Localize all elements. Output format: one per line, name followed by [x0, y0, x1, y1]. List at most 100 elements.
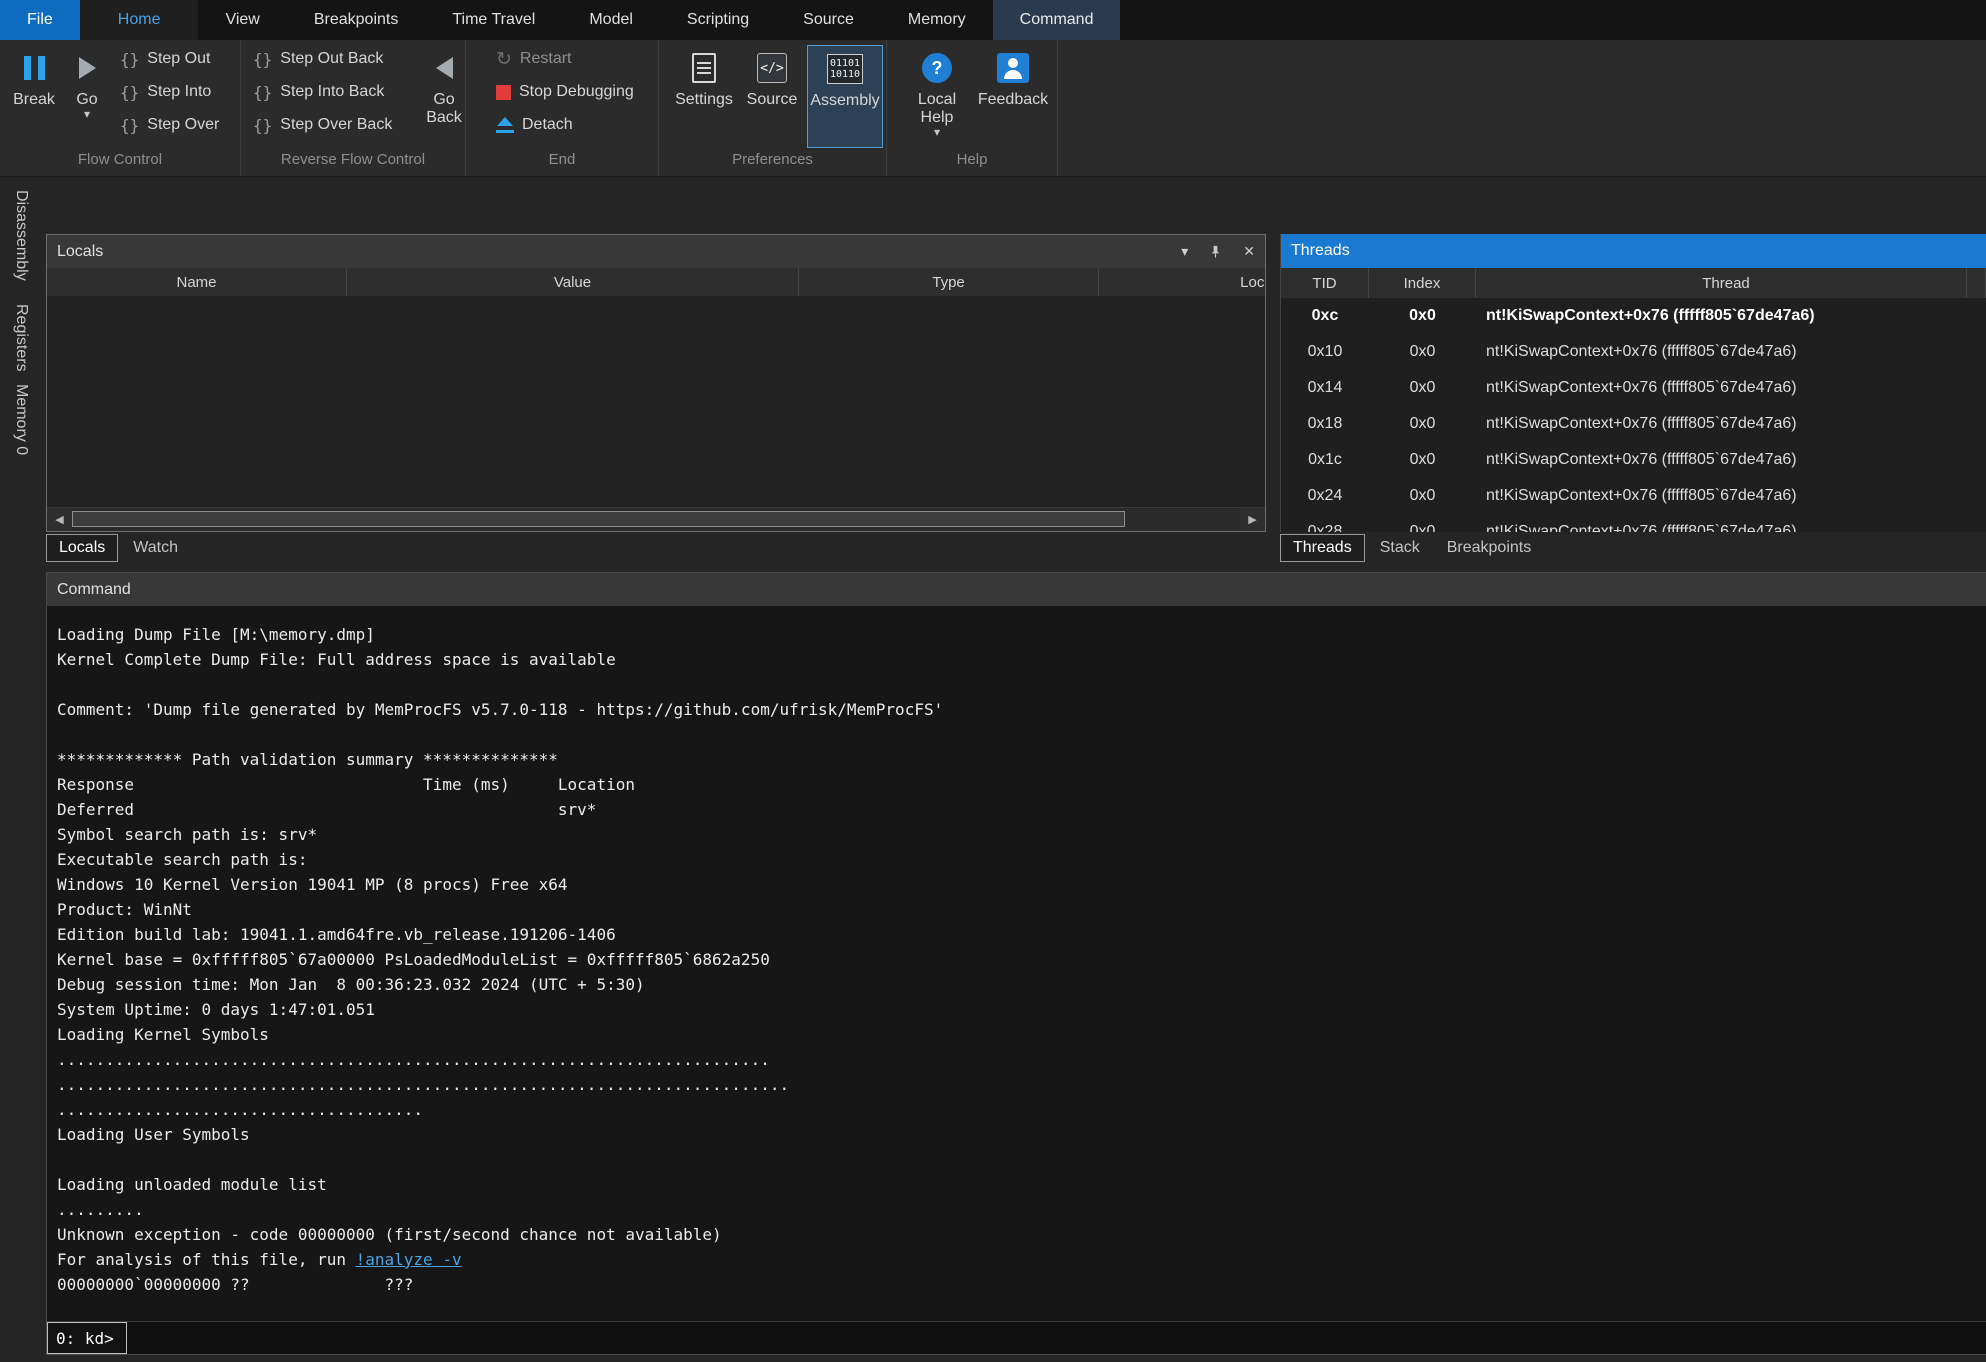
- tab-command[interactable]: Command: [993, 0, 1121, 40]
- source-label: Source: [747, 91, 798, 109]
- locals-panel-titlebar: Locals ▾ ✕: [47, 235, 1265, 268]
- table-row[interactable]: 0x1c 0x0 nt!KiSwapContext+0x76 (fffff805…: [1281, 442, 1986, 478]
- scrollbar-track[interactable]: [72, 508, 1240, 531]
- step-over-back-button[interactable]: {} Step Over Back: [249, 111, 396, 139]
- ribbon-group-reverse-flow-control: {} Step Out Back {} Step Into Back {} St…: [241, 40, 466, 176]
- locals-panel-title: Locals: [57, 243, 103, 261]
- console-line: Comment: 'Dump file generated by MemProc…: [57, 697, 1986, 722]
- thread-frame: nt!KiSwapContext+0x76 (fffff805`67de47a6…: [1476, 379, 1967, 397]
- scrollbar-thumb[interactable]: [72, 511, 1125, 527]
- tab-breakpoints-panel[interactable]: Breakpoints: [1435, 534, 1544, 562]
- step-out-back-icon: {}: [253, 50, 272, 69]
- locals-dock-tabs: Locals Watch: [46, 534, 193, 562]
- threads-panel-titlebar: Threads: [1281, 234, 1986, 268]
- column-header-value[interactable]: Value: [347, 268, 799, 296]
- close-icon[interactable]: ✕: [1243, 243, 1255, 260]
- chevron-down-icon: ▾: [934, 127, 940, 138]
- detach-button[interactable]: Detach: [492, 111, 577, 139]
- step-over-icon: {}: [120, 116, 139, 135]
- scroll-left-icon[interactable]: ◀: [47, 508, 72, 531]
- table-row[interactable]: 0x10 0x0 nt!KiSwapContext+0x76 (fffff805…: [1281, 334, 1986, 370]
- table-row[interactable]: 0x14 0x0 nt!KiSwapContext+0x76 (fffff805…: [1281, 370, 1986, 406]
- tab-model[interactable]: Model: [562, 0, 660, 40]
- scroll-right-icon[interactable]: ▶: [1240, 508, 1265, 531]
- table-row[interactable]: 0xc 0x0 nt!KiSwapContext+0x76 (fffff805`…: [1281, 298, 1986, 334]
- tab-memory[interactable]: Memory: [881, 0, 993, 40]
- assembly-icon: 01101 10110: [827, 54, 863, 84]
- column-header-location[interactable]: Location: [1099, 268, 1266, 296]
- tab-breakpoints[interactable]: Breakpoints: [287, 0, 426, 40]
- console-line: Windows 10 Kernel Version 19041 MP (8 pr…: [57, 872, 1986, 897]
- tab-watch[interactable]: Watch: [121, 534, 190, 562]
- sidebar-item-disassembly[interactable]: Disassembly: [12, 190, 30, 281]
- console-line: ************* Path validation summary **…: [57, 747, 1986, 772]
- tab-file[interactable]: File: [0, 0, 80, 40]
- console-line: Loading unloaded module list: [57, 1172, 1986, 1197]
- console-line: ......................................: [57, 1097, 1986, 1122]
- stop-debugging-button[interactable]: Stop Debugging: [492, 78, 638, 106]
- play-icon: [79, 57, 96, 79]
- tab-threads[interactable]: Threads: [1280, 534, 1365, 562]
- column-header-tid[interactable]: TID: [1281, 268, 1369, 298]
- thread-frame: nt!KiSwapContext+0x76 (fffff805`67de47a6…: [1476, 451, 1967, 469]
- detach-label: Detach: [522, 116, 573, 134]
- sidebar-item-registers[interactable]: Registers: [12, 304, 30, 372]
- sidebar-item-memory-0[interactable]: Memory 0: [12, 384, 30, 455]
- step-into-back-button[interactable]: {} Step Into Back: [249, 78, 388, 106]
- restart-button[interactable]: ↻ Restart: [492, 45, 576, 73]
- tab-stack[interactable]: Stack: [1368, 534, 1432, 562]
- source-button[interactable]: </> Source: [741, 45, 803, 148]
- table-row[interactable]: 0x18 0x0 nt!KiSwapContext+0x76 (fffff805…: [1281, 406, 1986, 442]
- step-out-back-button[interactable]: {} Step Out Back: [249, 45, 387, 73]
- tab-time-travel[interactable]: Time Travel: [425, 0, 562, 40]
- table-row[interactable]: 0x24 0x0 nt!KiSwapContext+0x76 (fffff805…: [1281, 478, 1986, 514]
- command-input[interactable]: [127, 1322, 1986, 1354]
- column-header-type[interactable]: Type: [799, 268, 1099, 296]
- feedback-label: Feedback: [978, 91, 1048, 109]
- column-header-extra: [1967, 268, 1986, 298]
- step-over-button[interactable]: {} Step Over: [116, 111, 223, 139]
- thread-frame: nt!KiSwapContext+0x76 (fffff805`67de47a6…: [1476, 415, 1967, 433]
- step-out-back-label: Step Out Back: [280, 50, 383, 68]
- console-line: Loading Kernel Symbols: [57, 1022, 1986, 1047]
- column-header-name[interactable]: Name: [47, 268, 347, 296]
- tab-view[interactable]: View: [198, 0, 286, 40]
- table-row[interactable]: 0x28 0x0 nt!KiSwapContext+0x76 (fffff805…: [1281, 514, 1986, 532]
- thread-index: 0x0: [1369, 415, 1476, 433]
- source-code-icon: </>: [757, 53, 787, 83]
- column-header-index[interactable]: Index: [1369, 268, 1476, 298]
- threads-table-body: 0xc 0x0 nt!KiSwapContext+0x76 (fffff805`…: [1281, 298, 1986, 532]
- threads-panel: Threads TID Index Thread 0xc 0x0 nt!KiSw…: [1280, 234, 1986, 532]
- break-button[interactable]: Break: [6, 45, 62, 148]
- step-out-label: Step Out: [147, 50, 210, 68]
- column-header-thread[interactable]: Thread: [1476, 268, 1967, 298]
- chevron-down-icon: ▾: [84, 109, 90, 120]
- step-into-button[interactable]: {} Step Into: [116, 78, 215, 106]
- console-line: Kernel base = 0xfffff805`67a00000 PsLoad…: [57, 947, 1986, 972]
- chevron-down-icon[interactable]: ▾: [1181, 243, 1188, 260]
- console-line: Debug session time: Mon Jan 8 00:36:23.0…: [57, 972, 1986, 997]
- feedback-button[interactable]: Feedback: [977, 45, 1049, 148]
- ribbon: Break Go ▾ {} Step Out {} Step Into {} S…: [0, 40, 1986, 177]
- settings-icon: [692, 53, 716, 83]
- tab-scripting[interactable]: Scripting: [660, 0, 776, 40]
- restart-label: Restart: [520, 50, 572, 68]
- thread-frame: nt!KiSwapContext+0x76 (fffff805`67de47a6…: [1476, 307, 1967, 325]
- command-console[interactable]: Loading Dump File [M:\memory.dmp] Kernel…: [47, 606, 1986, 1321]
- settings-button[interactable]: Settings: [673, 45, 735, 148]
- tab-locals[interactable]: Locals: [46, 534, 118, 562]
- tab-source[interactable]: Source: [776, 0, 881, 40]
- step-out-button[interactable]: {} Step Out: [116, 45, 214, 73]
- go-button[interactable]: Go ▾: [64, 45, 110, 148]
- local-help-button[interactable]: ? Local Help ▾: [907, 45, 967, 148]
- go-back-button[interactable]: Go Back: [421, 45, 467, 148]
- assembly-button[interactable]: 01101 10110 Assembly: [807, 45, 883, 148]
- console-line: Executable search path is:: [57, 847, 1986, 872]
- group-label-preferences: Preferences: [659, 151, 886, 168]
- locals-horizontal-scrollbar[interactable]: ◀ ▶: [47, 507, 1265, 531]
- analyze-link[interactable]: !analyze -v: [356, 1250, 462, 1269]
- threads-dock-tabs: Threads Stack Breakpoints: [1280, 534, 1546, 562]
- thread-index: 0x0: [1369, 487, 1476, 505]
- pin-icon[interactable]: [1208, 244, 1223, 259]
- tab-home[interactable]: Home: [80, 0, 199, 40]
